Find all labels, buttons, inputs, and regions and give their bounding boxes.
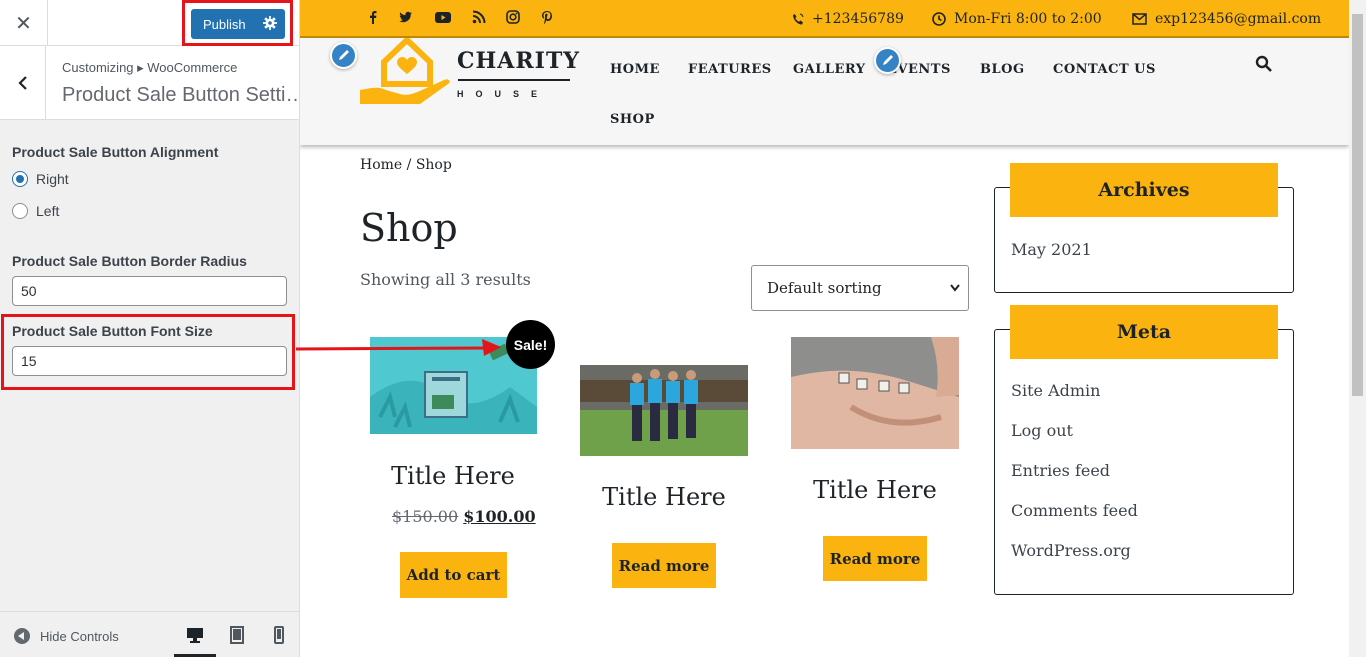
close-button[interactable]: ✕ bbox=[0, 0, 48, 46]
result-count: Showing all 3 results bbox=[360, 270, 531, 289]
customizer-footer: Hide Controls bbox=[0, 611, 299, 657]
hours-text: Mon-Fri 8:00 to 2:00 bbox=[954, 11, 1102, 27]
meta-title: Meta bbox=[1010, 305, 1278, 359]
email-text: exp123456@gmail.com bbox=[1155, 11, 1322, 27]
facebook-icon[interactable] bbox=[366, 10, 380, 24]
publish-label: Publish bbox=[203, 16, 246, 32]
sale-price: $100.00 bbox=[463, 507, 536, 526]
logo-subtitle: HOUSE bbox=[457, 89, 550, 99]
section-header: Customizing ▸ WooCommerce Product Sale B… bbox=[0, 46, 305, 120]
preview-scrollbar-thumb[interactable] bbox=[1352, 14, 1363, 396]
search-icon[interactable] bbox=[1255, 55, 1273, 73]
archives-title: Archives bbox=[1010, 163, 1278, 217]
add-to-cart-button[interactable]: Add to cart bbox=[400, 552, 507, 598]
site-preview: +123456789 Mon-Fri 8:00 to 2:00 exp12345… bbox=[300, 0, 1349, 657]
nav-blog[interactable]: BLOG bbox=[980, 62, 1025, 77]
product-title-2[interactable]: Title Here bbox=[559, 483, 769, 511]
chevron-down-icon bbox=[950, 284, 960, 292]
publish-highlight-box: Publish bbox=[182, 0, 293, 46]
pencil-icon bbox=[339, 50, 349, 60]
page-title: Shop bbox=[360, 206, 458, 250]
pinterest-icon[interactable] bbox=[540, 10, 554, 24]
archive-link-may-2021[interactable]: May 2021 bbox=[1011, 240, 1092, 259]
nav-features[interactable]: FEATURES bbox=[688, 62, 772, 77]
desktop-preview-icon[interactable] bbox=[186, 626, 204, 644]
edit-shortcut-logo[interactable] bbox=[330, 42, 357, 69]
clock-icon bbox=[932, 12, 946, 26]
border-radius-label: Product Sale Button Border Radius bbox=[12, 253, 247, 269]
radio-right[interactable]: Right bbox=[12, 171, 69, 187]
hide-controls-button[interactable]: Hide Controls bbox=[14, 628, 119, 644]
nav-shop[interactable]: SHOP bbox=[610, 112, 655, 127]
publish-button[interactable]: Publish bbox=[191, 9, 285, 39]
top-bar: +123456789 Mon-Fri 8:00 to 2:00 exp12345… bbox=[300, 0, 1349, 38]
breadcrumb: Customizing ▸ WooCommerce bbox=[62, 60, 238, 75]
meta-link-log-out[interactable]: Log out bbox=[1011, 421, 1073, 440]
youtube-icon[interactable] bbox=[435, 10, 451, 24]
hide-controls-label: Hide Controls bbox=[40, 628, 119, 644]
hours-info: Mon-Fri 8:00 to 2:00 bbox=[932, 11, 1102, 27]
meta-link-wordpress-org[interactable]: WordPress.org bbox=[1011, 541, 1131, 560]
product-title-3[interactable]: Title Here bbox=[770, 476, 980, 504]
phone-text: +123456789 bbox=[812, 11, 904, 27]
rss-icon[interactable] bbox=[472, 10, 486, 24]
email-info: exp123456@gmail.com bbox=[1132, 11, 1321, 27]
alignment-label: Product Sale Button Alignment bbox=[12, 144, 219, 160]
meta-link-entries-feed[interactable]: Entries feed bbox=[1011, 461, 1110, 480]
site-header: CHARITY HOUSE HOME FEATURES GALLERY EVEN… bbox=[300, 38, 1349, 145]
meta-link-site-admin[interactable]: Site Admin bbox=[1011, 381, 1100, 400]
chevron-left-icon bbox=[17, 75, 27, 90]
product-image-hands[interactable] bbox=[791, 337, 959, 449]
section-title: Product Sale Button Setti… bbox=[62, 84, 306, 106]
instagram-icon[interactable] bbox=[506, 10, 520, 24]
read-more-button-2[interactable]: Read more bbox=[612, 543, 716, 588]
logo-title: CHARITY bbox=[457, 48, 581, 74]
mail-icon bbox=[1132, 13, 1147, 25]
phone-icon bbox=[793, 13, 804, 25]
font-size-highlight-box bbox=[1, 314, 295, 390]
phone-info: +123456789 bbox=[792, 11, 904, 27]
radio-right-label: Right bbox=[36, 171, 69, 187]
back-button[interactable] bbox=[0, 46, 46, 119]
sort-value: Default sorting bbox=[767, 279, 882, 297]
radio-left-label: Left bbox=[36, 203, 60, 219]
gear-icon[interactable] bbox=[263, 16, 277, 30]
collapse-icon bbox=[14, 628, 30, 644]
edit-shortcut-menu[interactable] bbox=[874, 47, 901, 74]
mobile-preview-icon[interactable] bbox=[270, 626, 288, 644]
nav-gallery[interactable]: GALLERY bbox=[793, 62, 866, 77]
product-image-volunteers[interactable] bbox=[580, 365, 748, 456]
customizer-header: ✕ Publish bbox=[0, 0, 299, 46]
sort-select[interactable]: Default sorting bbox=[751, 265, 969, 311]
radio-right-control[interactable] bbox=[12, 171, 28, 187]
product-price-1: $150.00 $100.00 bbox=[392, 507, 536, 526]
border-radius-input[interactable] bbox=[12, 276, 287, 306]
tablet-preview-icon[interactable] bbox=[228, 626, 246, 644]
read-more-button-3[interactable]: Read more bbox=[823, 536, 927, 581]
shop-breadcrumb: Home / Shop bbox=[360, 157, 452, 173]
pencil-icon bbox=[883, 55, 893, 65]
charity-house-logo[interactable] bbox=[360, 38, 455, 108]
logo-divider bbox=[458, 79, 570, 81]
nav-home[interactable]: HOME bbox=[610, 62, 660, 77]
radio-left-control[interactable] bbox=[12, 203, 28, 219]
twitter-icon[interactable] bbox=[399, 10, 413, 24]
nav-contact-us[interactable]: CONTACT US bbox=[1053, 62, 1156, 77]
close-icon: ✕ bbox=[15, 12, 32, 35]
product-title-1[interactable]: Title Here bbox=[348, 462, 558, 490]
radio-left[interactable]: Left bbox=[12, 203, 59, 219]
old-price: $150.00 bbox=[392, 507, 459, 526]
annotation-arrow bbox=[295, 339, 501, 356]
meta-link-comments-feed[interactable]: Comments feed bbox=[1011, 501, 1138, 520]
